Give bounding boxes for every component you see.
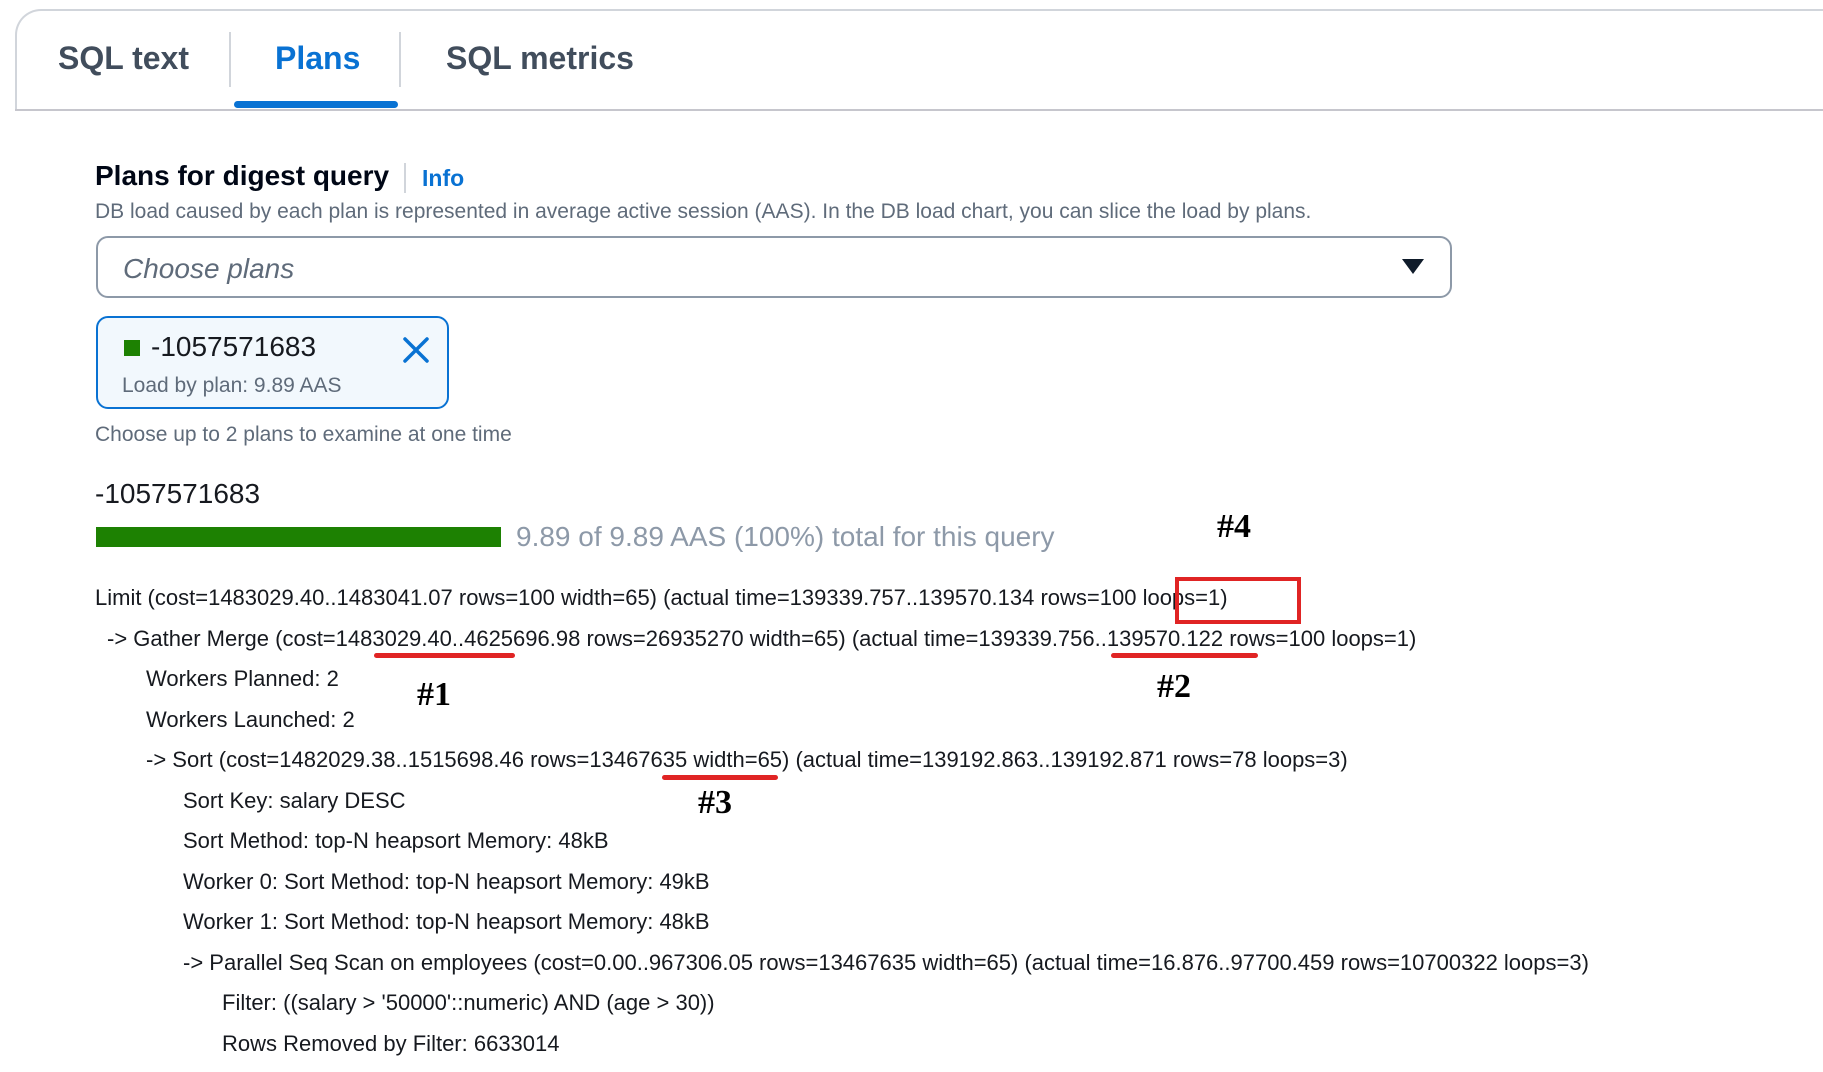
plan-line: Worker 0: Sort Method: top-N heapsort Me…: [183, 869, 710, 894]
annotation-label: #1: [417, 676, 451, 713]
annotation-label: #3: [698, 784, 732, 821]
annotation-box-rows: [1175, 577, 1301, 624]
token-description: Load by plan: 9.89 AAS: [122, 374, 342, 397]
tab-bar-divider: [15, 109, 1823, 111]
plan-line: Rows Removed by Filter: 6633014: [222, 1031, 560, 1056]
plan-line: Workers Launched: 2: [146, 707, 355, 732]
annotation-underline-cost: [374, 653, 515, 658]
close-icon[interactable]: [400, 334, 432, 366]
section-description: DB load caused by each plan is represent…: [95, 200, 1312, 223]
plan-line: Sort Method: top-N heapsort Memory: 48kB: [183, 828, 609, 853]
plan-id: -1057571683: [95, 478, 261, 509]
tab-sql-metrics[interactable]: SQL metrics: [446, 40, 634, 77]
tab-sql-text[interactable]: SQL text: [58, 40, 189, 77]
caret-down-icon[interactable]: [1402, 259, 1424, 274]
token-label: -1057571683: [151, 331, 317, 362]
plan-line: -> Parallel Seq Scan on employees (cost=…: [183, 950, 1589, 975]
annotation-underline-actual-time: [1111, 653, 1258, 658]
select-placeholder: Choose plans: [123, 253, 295, 284]
tab-plans[interactable]: Plans: [275, 40, 360, 77]
constraint-hint: Choose up to 2 plans to examine at one t…: [95, 423, 512, 446]
tab-separator: [399, 32, 401, 87]
load-progress-fill: [96, 527, 501, 547]
selected-plan-token: -1057571683 Load by plan: 9.89 AAS: [96, 316, 449, 409]
plan-line: Workers Planned: 2: [146, 666, 339, 691]
annotation-label: #4: [1217, 508, 1251, 545]
title-separator: [404, 163, 406, 193]
annotation-label: #2: [1157, 668, 1191, 705]
plan-line: Sort Key: salary DESC: [183, 788, 406, 813]
load-summary-text: 9.89 of 9.89 AAS (100%) total for this q…: [516, 521, 1055, 552]
plan-color-swatch: [124, 340, 140, 356]
plan-line: -> Gather Merge (cost=1483029.40..462569…: [107, 626, 1417, 651]
plan-line: -> Sort (cost=1482029.38..1515698.46 row…: [146, 747, 1348, 772]
tab-separator: [229, 32, 231, 87]
plan-line: Worker 1: Sort Method: top-N heapsort Me…: [183, 909, 710, 934]
plan-line: Filter: ((salary > '50000'::numeric) AND…: [222, 990, 715, 1015]
annotation-underline-rows: [662, 775, 778, 780]
plan-line: Limit (cost=1483029.40..1483041.07 rows=…: [95, 585, 1228, 610]
section-title: Plans for digest query: [95, 160, 390, 191]
load-progress-bar: [96, 527, 501, 547]
active-tab-indicator: [234, 101, 398, 108]
choose-plans-select[interactable]: Choose plans: [96, 236, 1452, 298]
info-link[interactable]: Info: [422, 165, 464, 192]
